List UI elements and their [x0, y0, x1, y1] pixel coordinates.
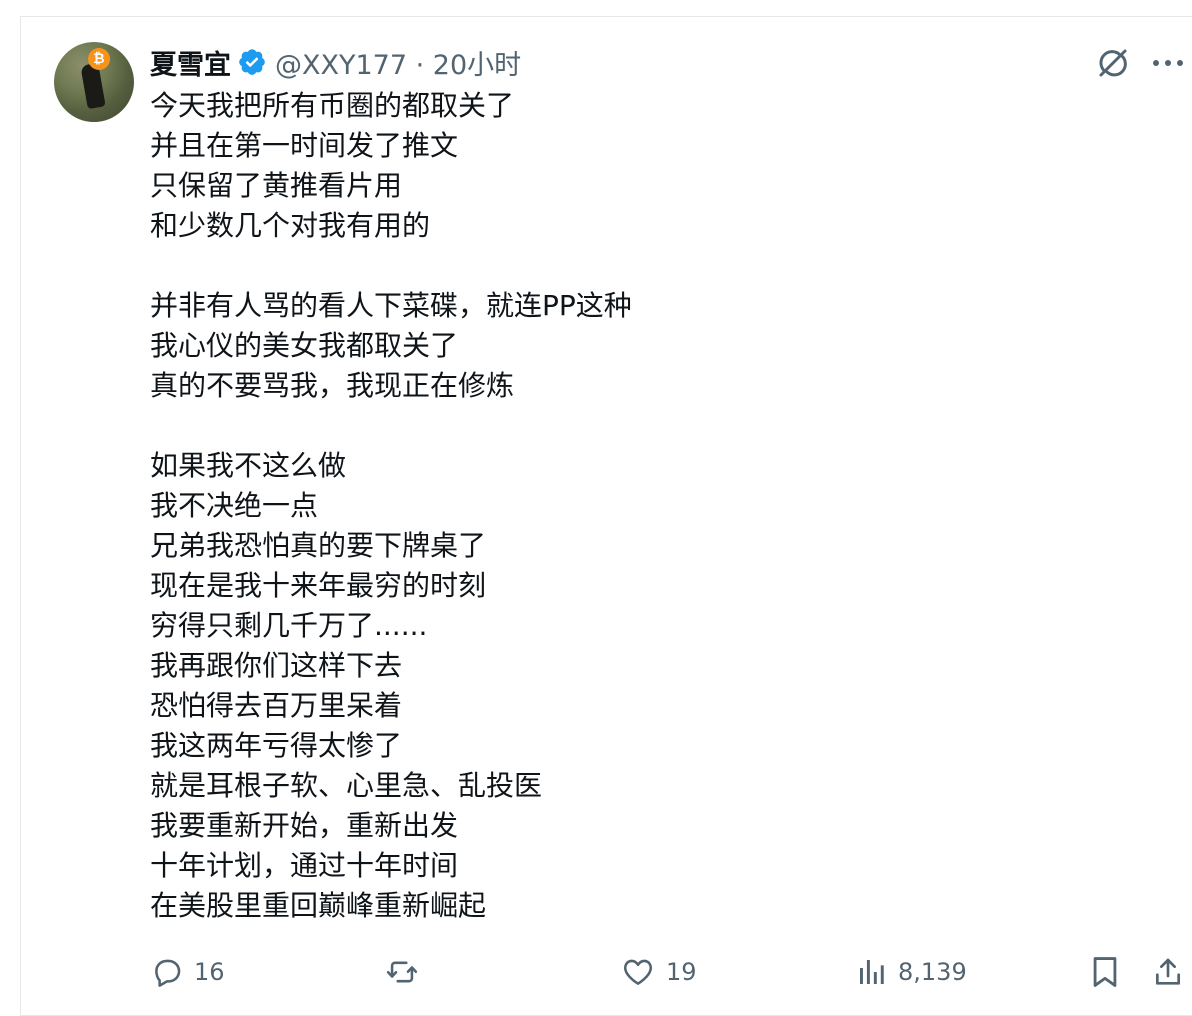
views-icon [856, 956, 888, 988]
heart-icon [620, 955, 656, 989]
tweet-line: 我不决绝一点 [150, 489, 319, 522]
tweet-line: 就是耳根子软、心里急、乱投医 [150, 769, 543, 802]
tweet-line: 如果我不这么做 [150, 449, 347, 482]
author-handle-time[interactable]: @XXY177 · 20小时 [275, 43, 521, 82]
reply-icon [150, 955, 184, 989]
tweet-line: 我这两年亏得太惨了 [150, 729, 403, 762]
tweet-line: 在美股里重回巅峰重新崛起 [150, 889, 487, 922]
tweet-line: 兄弟我恐怕真的要下牌桌了 [150, 529, 487, 562]
tweet-line: 只保留了黄推看片用 [150, 169, 403, 202]
tweet-line: 真的不要骂我，我现正在修炼 [150, 369, 515, 402]
author-name[interactable]: 夏雪宜 [150, 43, 231, 82]
action-bar: 16 19 8,139 [0, 950, 1192, 994]
like-count: 19 [666, 958, 697, 986]
avatar[interactable]: ₿ [54, 42, 134, 122]
tweet-line: 十年计划，通过十年时间 [150, 849, 459, 882]
tweet-line: 我要重新开始，重新出发 [150, 809, 459, 842]
tweet-line: 我再跟你们这样下去 [150, 649, 403, 682]
bookmark-icon [1090, 955, 1120, 989]
bookmark-button[interactable] [1090, 950, 1120, 994]
reply-button[interactable]: 16 [150, 950, 225, 994]
avatar-figure [80, 62, 106, 110]
bitcoin-icon: ₿ [88, 48, 110, 70]
tweet-line: 并非有人骂的看人下菜碟，就连PP这种 [150, 289, 632, 322]
tweet-line: 恐怕得去百万里呆着 [150, 689, 403, 722]
like-button[interactable]: 19 [620, 950, 697, 994]
tweet-line: 我心仪的美女我都取关了 [150, 329, 459, 362]
views-button[interactable]: 8,139 [856, 950, 967, 994]
retweet-button[interactable] [384, 950, 420, 994]
tweet-text: 今天我把所有币圈的都取关了 并且在第一时间发了推文 只保留了黄推看片用 和少数几… [150, 86, 1150, 926]
retweet-icon [384, 955, 420, 989]
more-icon[interactable] [1148, 44, 1188, 82]
views-count: 8,139 [898, 958, 967, 986]
share-icon [1152, 955, 1184, 989]
grok-icon[interactable] [1094, 44, 1132, 82]
tweet-line: 并且在第一时间发了推文 [150, 129, 459, 162]
tweet-header: 夏雪宜 @XXY177 · 20小时 [150, 42, 521, 82]
reply-count: 16 [194, 958, 225, 986]
tweet-line: 穷得只剩几千万了...... [150, 609, 428, 642]
share-button[interactable] [1152, 950, 1184, 994]
tweet-line: 今天我把所有币圈的都取关了 [150, 89, 515, 122]
tweet-line: 和少数几个对我有用的 [150, 209, 431, 242]
verified-badge-icon[interactable] [237, 47, 267, 77]
tweet-line: 现在是我十来年最穷的时刻 [150, 569, 487, 602]
